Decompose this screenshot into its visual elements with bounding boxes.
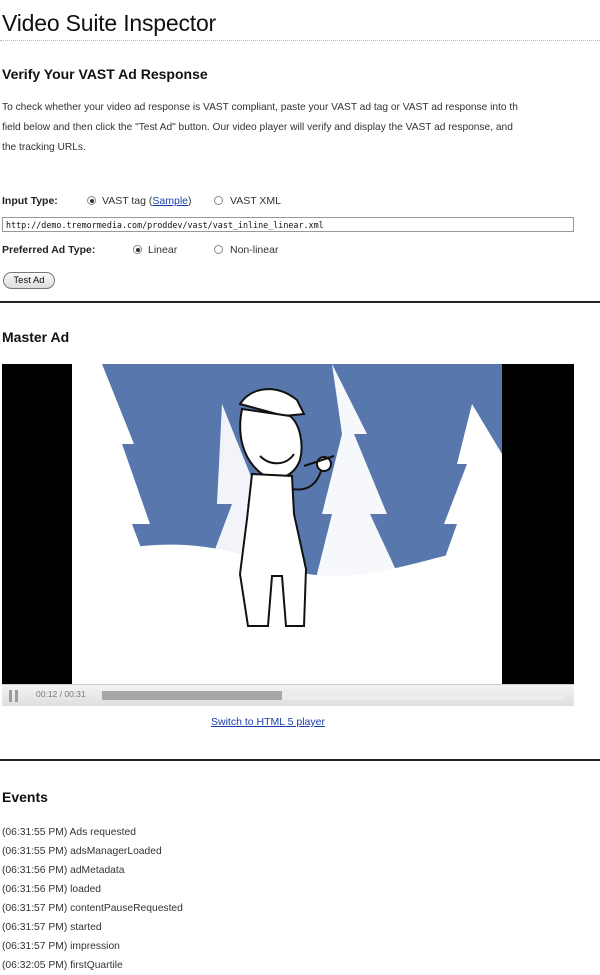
- events-list: (06:31:55 PM) Ads requested (06:31:55 PM)…: [2, 823, 183, 975]
- event-item: (06:31:55 PM) adsManagerLoaded: [2, 846, 162, 857]
- events-heading: Events: [2, 789, 48, 805]
- event-item: (06:32:05 PM) firstQuartile: [2, 960, 123, 971]
- progress-fill: [102, 691, 283, 700]
- vast-tag-radio[interactable]: [87, 196, 96, 205]
- title-divider: [0, 40, 600, 41]
- preferred-ad-type-label: Preferred Ad Type:: [2, 244, 96, 256]
- nonlinear-radio[interactable]: [214, 245, 223, 254]
- sample-link[interactable]: Sample: [152, 195, 188, 207]
- input-type-label: Input Type:: [2, 195, 58, 207]
- section-divider: [0, 301, 600, 303]
- intro-line: field below and then click the "Test Ad"…: [2, 122, 513, 133]
- pause-icon[interactable]: [8, 690, 20, 702]
- event-item: (06:31:57 PM) contentPauseRequested: [2, 903, 183, 914]
- event-item: (06:31:56 PM) loaded: [2, 884, 102, 895]
- vast-tag-label: VAST tag (: [102, 195, 153, 207]
- vast-xml-radio[interactable]: [214, 196, 223, 205]
- player-control-bar: 00:12 / 00:31: [2, 684, 574, 706]
- video-player[interactable]: 00:12 / 00:31: [2, 364, 574, 706]
- intro-line: To check whether your video ad response …: [2, 102, 518, 113]
- cartoon-video-image: [72, 364, 502, 684]
- intro-line: the tracking URLs.: [2, 142, 86, 153]
- vast-xml-label[interactable]: VAST XML: [230, 195, 281, 207]
- event-item: (06:31:57 PM) impression: [2, 941, 120, 952]
- test-ad-button[interactable]: Test Ad: [3, 272, 55, 289]
- page-title: Video Suite Inspector: [2, 10, 217, 36]
- event-item: (06:31:55 PM) Ads requested: [2, 827, 136, 838]
- event-item: (06:31:57 PM) started: [2, 922, 102, 933]
- linear-label[interactable]: Linear: [148, 244, 177, 256]
- intro-text: To check whether your video ad response …: [2, 98, 600, 158]
- linear-radio[interactable]: [133, 245, 142, 254]
- section-divider: [0, 759, 600, 761]
- switch-html5-link[interactable]: Switch to HTML 5 player: [211, 716, 325, 728]
- vast-tag-option[interactable]: VAST tag (Sample): [102, 195, 192, 207]
- vast-tag-close: ): [188, 195, 192, 207]
- time-display: 00:12 / 00:31: [36, 689, 86, 699]
- nonlinear-label[interactable]: Non-linear: [230, 244, 278, 256]
- event-item: (06:31:56 PM) adMetadata: [2, 865, 125, 876]
- vast-url-input[interactable]: [2, 217, 574, 232]
- verify-heading: Verify Your VAST Ad Response: [2, 66, 208, 82]
- master-ad-heading: Master Ad: [2, 329, 70, 345]
- video-frame[interactable]: [72, 364, 502, 684]
- progress-bar[interactable]: [102, 691, 564, 700]
